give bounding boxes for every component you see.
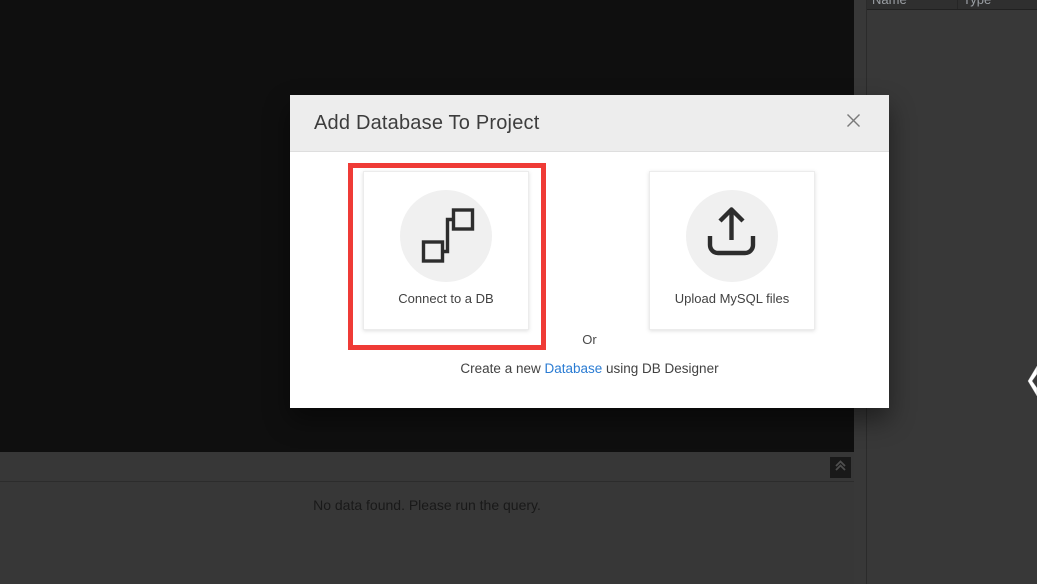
app-window: No data found. Please run the query. Nam… bbox=[0, 0, 1037, 584]
double-chevron-up-icon bbox=[833, 458, 848, 478]
upload-icon bbox=[686, 188, 778, 285]
add-database-dialog: Add Database To Project Connect to a DB … bbox=[290, 95, 889, 408]
schema-table-header: NameType bbox=[867, 0, 1037, 10]
upload-mysql-card[interactable]: Upload MySQL files bbox=[649, 171, 815, 330]
dialog-body: Connect to a DB Upload MySQL files Or Cr… bbox=[290, 152, 889, 408]
create-database-line: Create a new Database using DB Designer bbox=[290, 361, 889, 376]
expand-panel-button[interactable] bbox=[830, 457, 851, 478]
option-icon-circle bbox=[686, 190, 778, 282]
connect-to-db-card[interactable]: Connect to a DB bbox=[363, 171, 529, 330]
or-separator: Or bbox=[582, 332, 597, 347]
results-panel: No data found. Please run the query. bbox=[0, 452, 854, 584]
close-icon bbox=[846, 113, 861, 133]
column-header-type[interactable]: Type bbox=[958, 0, 1037, 9]
create-line-prefix: Create a new bbox=[460, 361, 545, 376]
close-button[interactable] bbox=[841, 111, 865, 135]
option-label: Upload MySQL files bbox=[674, 291, 790, 306]
dialog-title: Add Database To Project bbox=[314, 111, 540, 134]
database-link[interactable]: Database bbox=[544, 361, 602, 376]
results-toolbar bbox=[0, 452, 854, 482]
column-header-name[interactable]: Name bbox=[867, 0, 958, 9]
option-icon-circle bbox=[400, 190, 492, 282]
db-connection-icon bbox=[400, 188, 492, 285]
dialog-header: Add Database To Project bbox=[290, 95, 889, 152]
option-label: Connect to a DB bbox=[398, 291, 494, 306]
no-data-message: No data found. Please run the query. bbox=[313, 497, 541, 513]
create-line-suffix: using DB Designer bbox=[602, 361, 719, 376]
